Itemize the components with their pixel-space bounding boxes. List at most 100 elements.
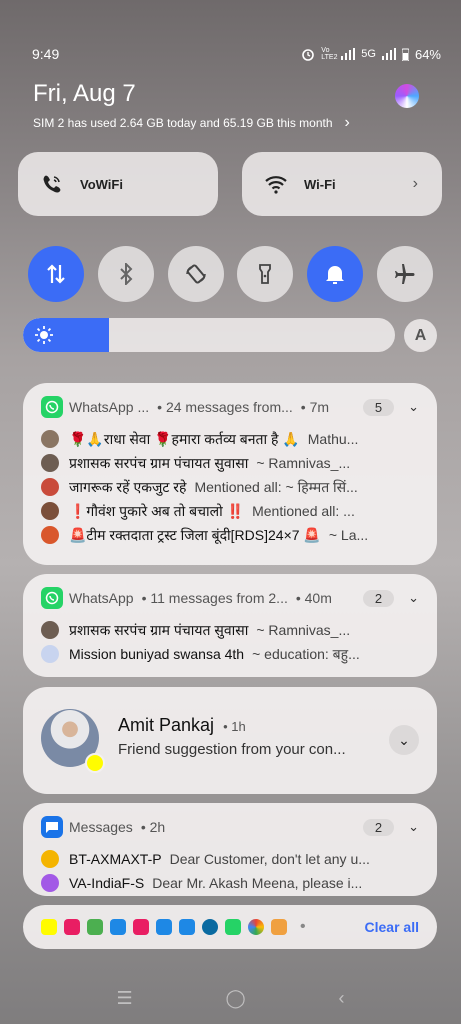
data-usage-row[interactable]: SIM 2 has used 2.64 GB today and 65.19 G… xyxy=(33,114,431,132)
network-type: 5G xyxy=(361,48,376,60)
list-item[interactable]: जागरूक रहें एकजुट रहे Mentioned all: ~ ह… xyxy=(41,475,419,499)
messages-notification[interactable]: Messages • 2h 2 ⌄ BT-AXMAXT-P Dear Custo… xyxy=(23,803,437,896)
rotate-icon xyxy=(185,264,206,284)
clear-all-button[interactable]: Clear all xyxy=(365,919,419,935)
messages-icon xyxy=(41,816,63,838)
notification-header: Messages • 2h 2 ⌄ xyxy=(41,815,419,839)
snapchat-icon xyxy=(85,753,105,773)
app-name: WhatsApp ... xyxy=(69,399,150,415)
avatar xyxy=(41,850,59,868)
app-icon[interactable] xyxy=(179,919,195,935)
notification-summary: • 11 messages from 2... xyxy=(141,590,288,606)
mobile-data-toggle[interactable] xyxy=(28,246,84,302)
app-icon[interactable] xyxy=(156,919,172,935)
list-item[interactable]: VA-IndiaF-S Dear Mr. Akash Meena, please… xyxy=(41,871,419,895)
app-icon[interactable] xyxy=(87,919,103,935)
airplane-toggle[interactable] xyxy=(376,246,433,302)
whatsapp-icon xyxy=(41,587,63,609)
signal-icon-2 xyxy=(381,48,396,60)
collapsed-notifications-bar: • Clear all xyxy=(23,905,437,949)
brightness-slider[interactable] xyxy=(23,318,395,352)
notification-summary: • 24 messages from... xyxy=(157,399,293,415)
list-item[interactable]: प्रशासक सरपंच ग्राम पंचायत सुवासा ~ Ramn… xyxy=(41,618,419,642)
message-count-badge: 2 xyxy=(362,818,395,836)
notification-header: WhatsApp • 11 messages from 2... • 40m 2… xyxy=(41,586,419,610)
avatar xyxy=(41,526,59,544)
app-icon[interactable] xyxy=(64,919,80,935)
list-item[interactable]: 🌹🙏राधा सेवा 🌹हमारा कर्तव्य बनता है 🙏 Mat… xyxy=(41,427,419,451)
notification-time: • 2h xyxy=(140,819,166,835)
vowifi-label: VoWiFi xyxy=(80,176,123,192)
group-avatar xyxy=(41,645,59,663)
expand-chevron-icon[interactable]: ⌄ xyxy=(408,590,419,606)
list-item[interactable]: 🚨टीम रक्तदाता ट्रस्ट जिला बूंदी[RDS]24×7… xyxy=(41,523,419,547)
separator-dot: • xyxy=(300,918,306,935)
flashlight-icon xyxy=(259,264,272,284)
list-item[interactable]: Mission buniyad swansa 4th ~ education: … xyxy=(41,642,419,666)
back-icon[interactable]: ‹ xyxy=(339,988,345,1009)
wifi-label: Wi-Fi xyxy=(304,176,336,192)
data-arrows-icon xyxy=(47,264,65,284)
notification-text: Friend suggestion from your con... xyxy=(118,741,346,758)
message-count-badge: 2 xyxy=(362,589,395,607)
avatar xyxy=(41,454,59,472)
app-icon[interactable] xyxy=(202,919,218,935)
avatar xyxy=(41,478,59,496)
expand-chevron-icon[interactable]: ⌄ xyxy=(408,399,419,415)
expand-button[interactable]: ⌄ xyxy=(389,725,419,755)
wifi-tile[interactable]: Wi-Fi › xyxy=(242,152,442,216)
header: Fri, Aug 7 SIM 2 has used 2.64 GB today … xyxy=(33,80,431,132)
snapchat-notification[interactable]: Amit Pankaj • 1h Friend suggestion from … xyxy=(23,687,437,794)
notification-time: • 40m xyxy=(295,590,332,606)
list-item[interactable]: ❗गौवंश पुकारे अब तो बचालो ‼️ Mentioned a… xyxy=(41,499,419,523)
whatsapp-icon xyxy=(41,396,63,418)
notification-header: WhatsApp ... • 24 messages from... • 7m … xyxy=(41,395,419,419)
photos-icon[interactable] xyxy=(248,919,264,935)
app-name: Messages xyxy=(69,819,133,835)
wifi-icon xyxy=(262,174,290,194)
expand-chevron-icon[interactable]: ⌄ xyxy=(408,819,419,835)
airplane-icon xyxy=(394,264,415,284)
auto-brightness-button[interactable]: A xyxy=(404,319,437,352)
avatar xyxy=(41,874,59,892)
message-count-badge: 5 xyxy=(362,398,395,416)
whatsapp-notification-2[interactable]: WhatsApp • 11 messages from 2... • 40m 2… xyxy=(23,574,437,677)
chevron-right-icon: › xyxy=(412,175,418,192)
list-item[interactable]: प्रशासक सरपंच ग्राम पंचायत सुवासा ~ Ramn… xyxy=(41,451,419,475)
vowifi-tile[interactable]: VoWiFi xyxy=(18,152,218,216)
sender-name: Amit Pankaj xyxy=(118,715,215,735)
app-name: WhatsApp xyxy=(69,590,134,606)
sound-toggle[interactable] xyxy=(307,246,364,302)
list-item[interactable]: BT-AXMAXT-P Dear Customer, don't let any… xyxy=(41,847,419,871)
battery-icon xyxy=(401,48,409,61)
app-icon[interactable] xyxy=(133,919,149,935)
signal-icon xyxy=(341,48,356,60)
home-icon[interactable]: ◯ xyxy=(225,988,245,1009)
whatsapp-icon[interactable] xyxy=(225,919,241,935)
navigation-bar: ☰ ◯ ‹ xyxy=(0,988,461,1009)
status-bar: 9:49 Vo LTE2 5G 64% xyxy=(32,44,441,64)
snapchat-icon[interactable] xyxy=(41,919,57,935)
whatsapp-notification-1[interactable]: WhatsApp ... • 24 messages from... • 7m … xyxy=(23,383,437,565)
bluetooth-toggle[interactable] xyxy=(97,246,154,302)
avatar xyxy=(41,621,59,639)
volte-label: Vo LTE2 xyxy=(321,47,338,61)
auto-rotate-toggle[interactable] xyxy=(167,246,224,302)
flashlight-toggle[interactable] xyxy=(237,246,294,302)
status-icons: Vo LTE2 5G 64% xyxy=(301,47,441,62)
phone-wifi-icon xyxy=(38,173,66,195)
battery-percent: 64% xyxy=(414,46,441,62)
launcher-logo-icon[interactable] xyxy=(395,84,419,108)
chevron-right-icon: › xyxy=(344,114,350,131)
app-icon[interactable] xyxy=(271,919,287,935)
avatar xyxy=(41,502,59,520)
avatar xyxy=(41,430,59,448)
date-label[interactable]: Fri, Aug 7 xyxy=(33,80,431,108)
sun-icon xyxy=(35,326,53,344)
data-usage-text: SIM 2 has used 2.64 GB today and 65.19 G… xyxy=(33,116,333,130)
recents-icon[interactable]: ☰ xyxy=(116,988,132,1009)
sender-name-row: Amit Pankaj • 1h xyxy=(118,715,246,736)
bell-icon xyxy=(326,266,345,284)
quick-settings-row xyxy=(28,246,433,302)
app-icon[interactable] xyxy=(110,919,126,935)
